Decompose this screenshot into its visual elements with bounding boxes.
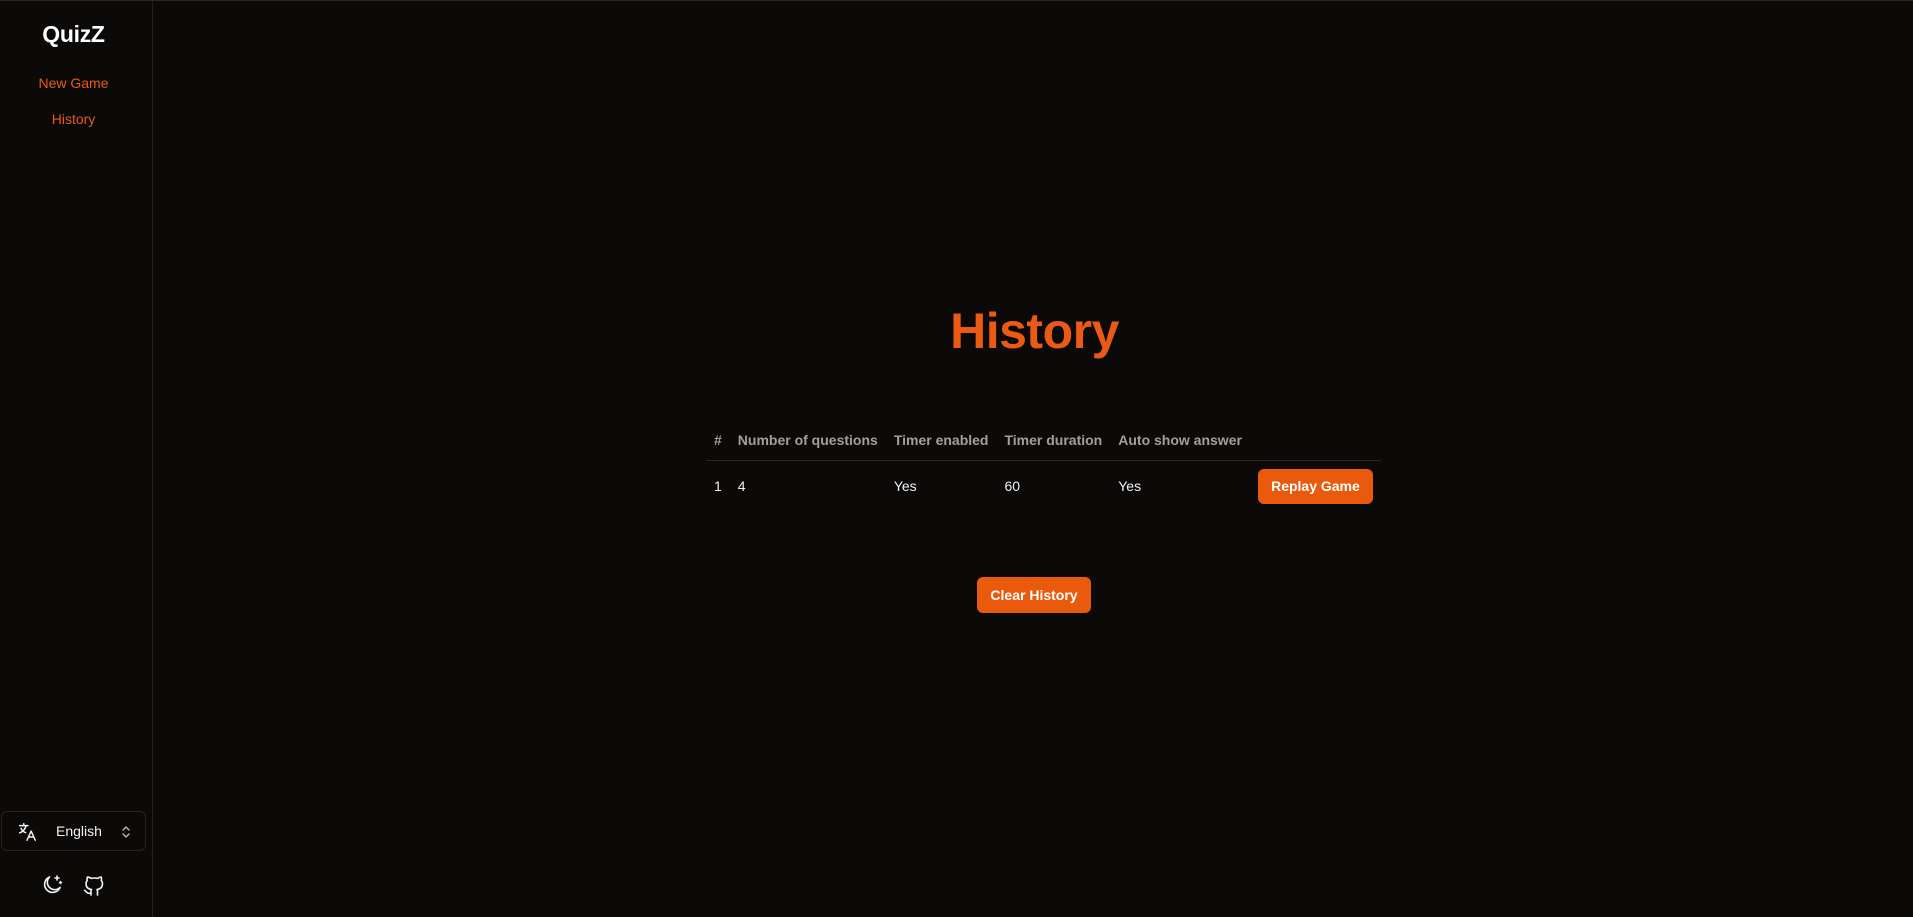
moon-stars-icon bbox=[43, 875, 63, 894]
history-table-container: # Number of questions Timer enabled Time… bbox=[706, 421, 1381, 512]
cell-number-of-questions: 4 bbox=[737, 478, 746, 495]
cell-auto-show-answer: Yes bbox=[1118, 478, 1142, 495]
language-label: English bbox=[56, 823, 102, 839]
brand-logo[interactable]: QuizZ bbox=[0, 21, 147, 48]
cell-timer-duration: 60 bbox=[1004, 478, 1021, 495]
nav-new-game[interactable]: New Game bbox=[0, 75, 147, 91]
page-title: History bbox=[950, 303, 1119, 359]
sidebar: QuizZ New Game History English bbox=[0, 1, 153, 917]
clear-history-button[interactable]: Clear History bbox=[977, 577, 1091, 613]
github-button[interactable] bbox=[82, 873, 106, 897]
header-index: # bbox=[706, 421, 730, 461]
header-number-of-questions: Number of questions bbox=[729, 421, 886, 461]
cell-actions: Replay Game bbox=[1250, 460, 1381, 512]
language-select[interactable]: English bbox=[1, 811, 146, 851]
app-root: QuizZ New Game History English History #… bbox=[0, 0, 1913, 917]
header-timer-duration: Timer duration bbox=[996, 421, 1111, 461]
cell-index: 1 bbox=[714, 478, 722, 495]
history-table: # Number of questions Timer enabled Time… bbox=[706, 421, 1381, 512]
nav-history[interactable]: History bbox=[0, 111, 147, 127]
replay-game-button[interactable]: Replay Game bbox=[1257, 468, 1373, 504]
theme-toggle-button[interactable] bbox=[40, 873, 64, 897]
table-row: 1 4 Yes 60 Yes Replay Game bbox=[706, 460, 1381, 512]
translate-icon bbox=[18, 823, 36, 841]
main-content: History # Number of questions Timer enab… bbox=[154, 1, 1913, 917]
chevron-up-down-icon bbox=[122, 826, 130, 838]
header-auto-show-answer: Auto show answer bbox=[1110, 421, 1250, 461]
header-actions bbox=[1249, 421, 1381, 461]
header-timer-enabled: Timer enabled bbox=[885, 421, 997, 461]
cell-timer-enabled: Yes bbox=[893, 478, 917, 495]
github-icon bbox=[83, 876, 104, 896]
table-header-row: # Number of questions Timer enabled Time… bbox=[706, 421, 1381, 461]
